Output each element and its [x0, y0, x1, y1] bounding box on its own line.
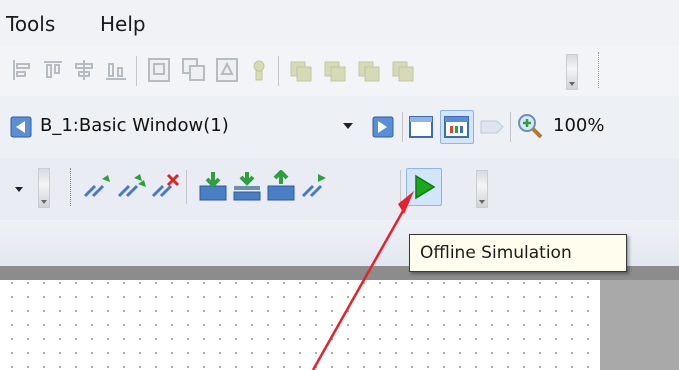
annotation-arrow — [311, 191, 414, 370]
